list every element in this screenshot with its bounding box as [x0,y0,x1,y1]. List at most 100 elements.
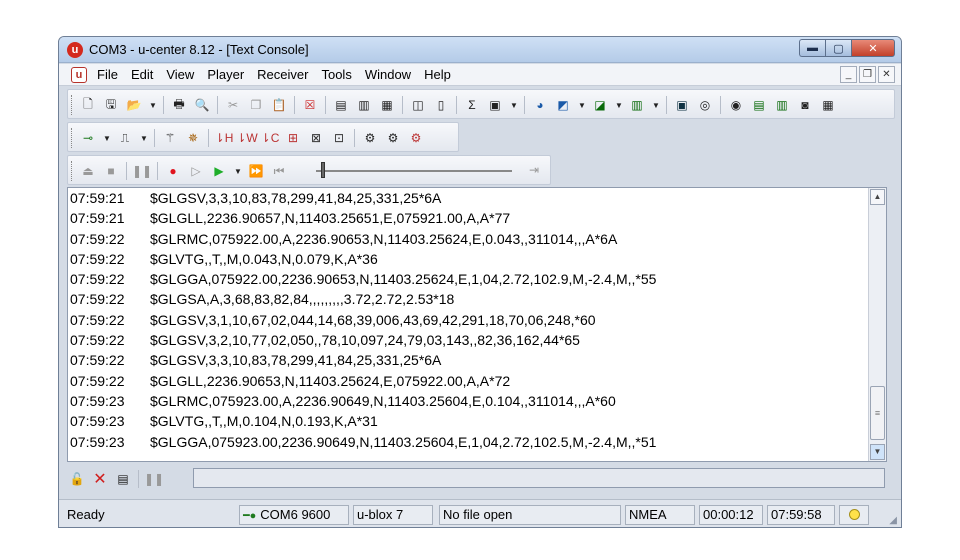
scroll-up-button[interactable]: ▲ [870,189,885,205]
record-icon[interactable]: ● [165,163,181,179]
signal-level-icon[interactable]: ▥ [774,97,790,113]
open-folder-icon[interactable]: 📂 [126,97,142,113]
menu-receiver[interactable]: Receiver [257,67,308,82]
fast-forward-icon[interactable]: ⏩ [248,163,264,179]
satellite-level-icon[interactable]: ▤ [751,97,767,113]
console-line: 07:59:21 $GLGLL,2236.90657,N,11403.25651,… [70,208,866,228]
u-center-app-icon[interactable]: u [67,42,83,58]
menu-view[interactable]: View [166,67,194,82]
toolbar-grip[interactable] [71,161,74,181]
vertical-scrollbar[interactable]: ▲ ≡ ▼ [868,188,886,461]
histogram-dropdown-icon[interactable]: ▼ [652,101,660,110]
autobauding-wand-icon[interactable]: ⚚ [162,130,178,146]
toolbar-separator [354,129,355,147]
rewind-start-icon[interactable]: ⏮ [271,163,287,179]
log-file-icon[interactable]: ▤ [333,97,349,113]
compass-icon[interactable]: ◉ [728,97,744,113]
baudrate-dropdown-icon[interactable]: ▼ [140,134,148,143]
maximize-button[interactable]: ▢ [825,39,851,57]
camera-view-icon[interactable]: ◙ [797,97,813,113]
mdi-close-button[interactable]: ✕ [878,66,895,83]
table-view-icon[interactable]: ▣ [487,97,503,113]
title-bar[interactable]: u COM3 - u-center 8.12 - [Text Console] … [59,37,901,63]
console-line: 07:59:22 $GLGSA,A,3,68,83,82,84,,,,,,,,,3… [70,289,866,309]
mdi-restore-button[interactable]: ❐ [859,66,876,83]
menu-window[interactable]: Window [365,67,411,82]
world-map-icon[interactable]: ◕ [532,97,548,113]
scroll-down-button[interactable]: ▼ [870,444,885,460]
menu-tools[interactable]: Tools [321,67,351,82]
pause-console-icon[interactable]: ❚❚ [144,471,164,487]
toolbar-grip[interactable] [71,128,74,148]
playback-slider-track[interactable] [316,170,512,172]
data-view-icon[interactable]: ▦ [820,97,836,113]
console-line-time: 07:59:23 [70,413,125,430]
menu-file[interactable]: File [97,67,118,82]
warm-start-icon[interactable]: ⇂W [236,130,257,146]
save-icon[interactable]: 🖫 [103,97,119,113]
connection-dropdown-icon[interactable]: ▼ [103,134,111,143]
chart-view-icon[interactable]: ◪ [592,97,608,113]
close-button[interactable]: ✕ [851,39,895,57]
split-view-icon[interactable]: ◫ [410,97,426,113]
stop-icon[interactable]: ■ [103,163,119,179]
play-dropdown-icon[interactable]: ▼ [234,167,242,176]
connection-icon[interactable]: ⊸ [80,130,96,146]
eject-icon[interactable]: ⏏ [80,163,96,179]
sky-view-icon[interactable]: ◎ [697,97,713,113]
toolbar-grip[interactable] [71,95,74,115]
lock-icon[interactable]: 🔓 [69,471,85,487]
console-line-time: 07:59:21 [70,190,125,206]
log-export-icon[interactable]: ▦ [379,97,395,113]
document-menu-icon[interactable]: u [71,67,87,83]
log-record-icon[interactable]: ▥ [356,97,372,113]
hot-start-icon[interactable]: ⇂H [215,130,234,146]
print-icon[interactable]: 🖶 [171,97,187,113]
text-console[interactable]: 07:59:21 $GLGSV,3,3,10,83,78,299,41,84,25… [67,187,887,462]
step-forward-icon[interactable]: ▷ [188,163,204,179]
baudrate-icon[interactable]: ⎍ [117,130,133,146]
console-settings-icon[interactable]: ▤ [115,471,131,487]
message-config-icon[interactable]: ⊡ [331,130,347,146]
menu-player[interactable]: Player [207,67,244,82]
panel-view-icon[interactable]: ▯ [433,97,449,113]
map-dropdown-icon[interactable]: ▼ [578,101,586,110]
cut-icon[interactable]: ✂ [225,97,241,113]
toolbar-separator [154,129,155,147]
menu-edit[interactable]: Edit [131,67,153,82]
pause-icon[interactable]: ❚❚ [132,163,152,179]
cold-start-icon[interactable]: ⇂C [261,130,280,146]
console-line-time: 07:59:21 [70,210,125,227]
clear-icon[interactable]: ☒ [302,97,318,113]
status-ready: Ready [67,507,105,522]
clear-console-icon[interactable]: ✕ [92,471,108,488]
minimize-button[interactable]: ▬ [799,39,825,57]
open-dropdown-icon[interactable]: ▼ [149,101,157,110]
debug-bug-icon[interactable]: ✵ [185,130,201,146]
chart-dropdown-icon[interactable]: ▼ [615,101,623,110]
settings-gear-icon[interactable]: ⚙ [362,130,378,146]
scroll-thumb[interactable]: ≡ [870,386,885,440]
print-preview-icon[interactable]: 🔍 [194,97,210,113]
toolbar-separator [126,162,127,180]
copy-icon[interactable]: ❐ [248,97,264,113]
resize-grip-icon[interactable]: ◢ [889,515,897,526]
playback-slider-thumb[interactable] [321,162,325,178]
menu-help[interactable]: Help [424,67,451,82]
table-dropdown-icon[interactable]: ▼ [510,101,518,110]
poll-message-icon[interactable]: ⊞ [285,130,301,146]
histogram-icon[interactable]: ▥ [629,97,645,113]
command-input[interactable] [193,468,885,488]
skip-to-end-icon[interactable]: ⇥ [526,162,542,178]
paste-icon[interactable]: 📋 [271,97,287,113]
map-view-icon[interactable]: ◩ [555,97,571,113]
mdi-minimize-button[interactable]: _ [840,66,857,83]
settings-reset-icon[interactable]: ⚙ [408,130,424,146]
new-file-icon[interactable]: 🗋 [80,97,96,113]
message-filter-icon[interactable]: ⊠ [308,130,324,146]
deviation-map-icon[interactable]: ▣ [674,97,690,113]
status-port[interactable]: ━● COM6 9600 [239,505,349,525]
play-icon[interactable]: ▶ [211,163,227,179]
settings-export-icon[interactable]: ⚙ [385,130,401,146]
statistics-icon[interactable]: Σ [464,97,480,113]
